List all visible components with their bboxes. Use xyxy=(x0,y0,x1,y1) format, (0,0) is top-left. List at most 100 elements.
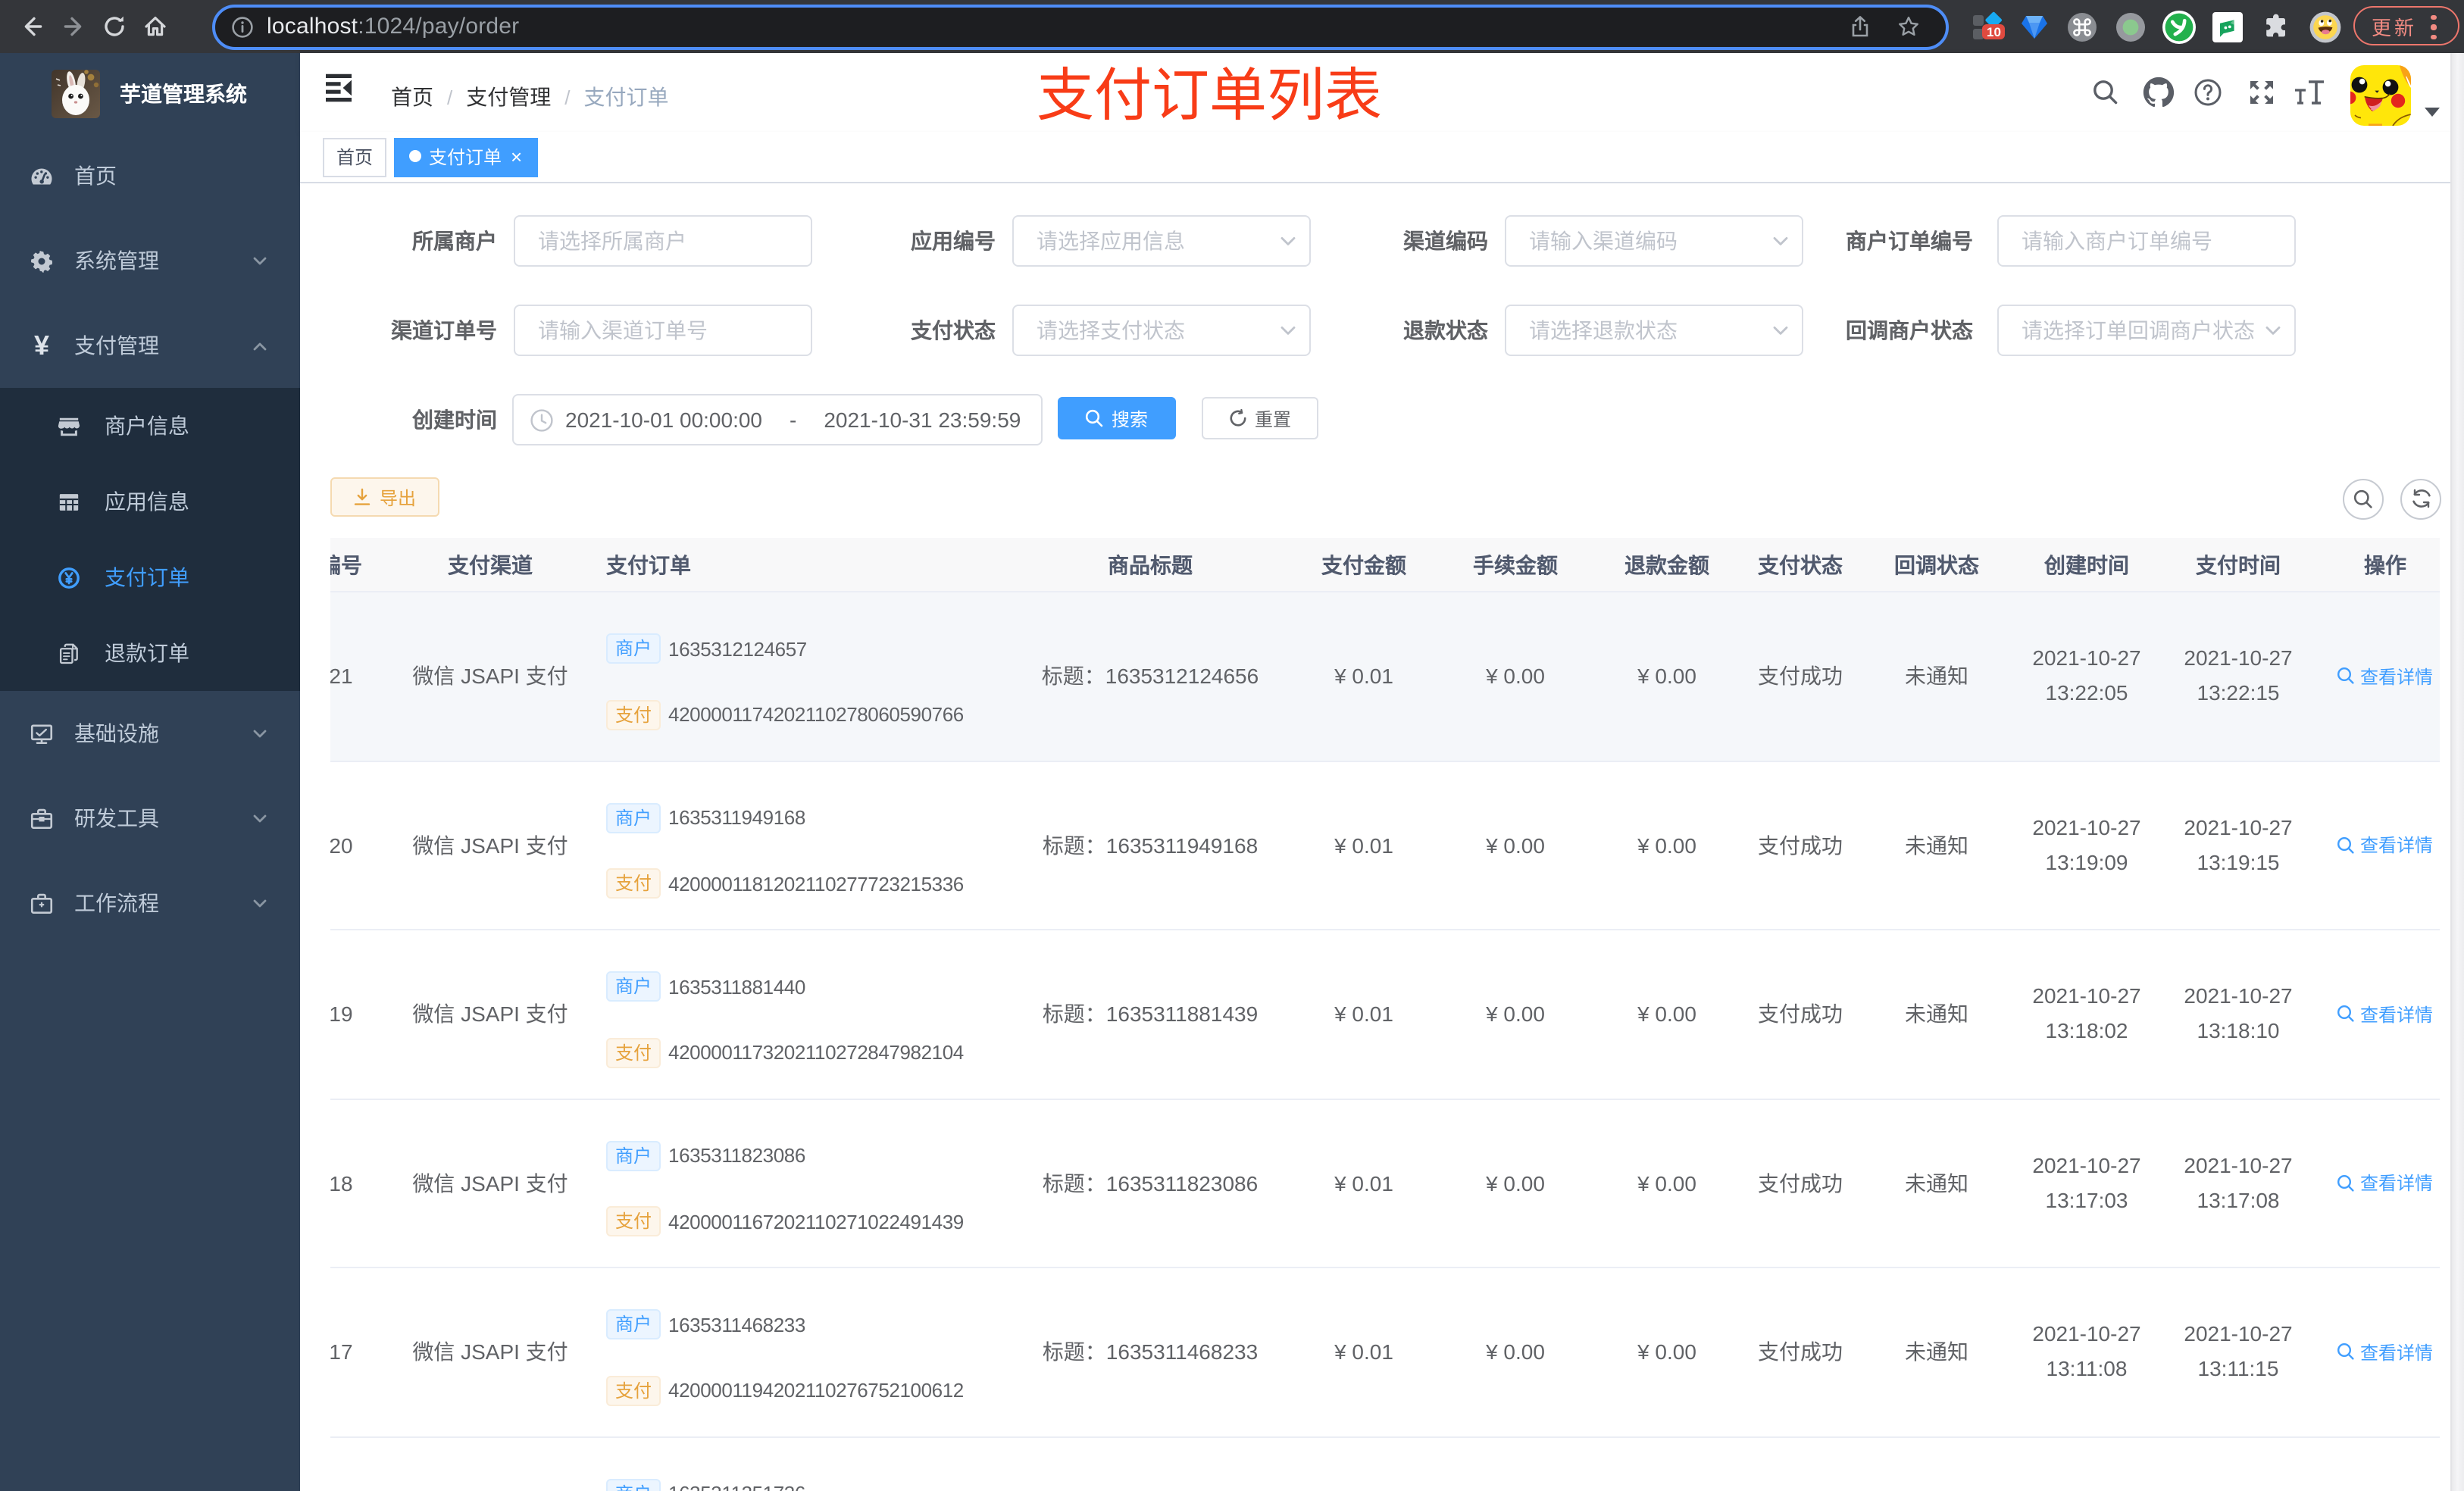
filter-date-range[interactable]: 2021-10-01 00:00:00 - 2021-10-31 23:59:5… xyxy=(512,394,1043,445)
caret-down-icon[interactable] xyxy=(2425,108,2440,117)
table-header-cell: 支付状态 xyxy=(1758,552,1843,577)
github-icon[interactable] xyxy=(2143,77,2175,108)
merchant-order-line: 商户 1635311881440 xyxy=(606,971,805,1002)
table-row[interactable]: 20 微信 JSAPI 支付 商户 1635311949168 支付 4200001… xyxy=(330,761,2440,930)
table-header-cell: 编号 xyxy=(330,552,362,577)
fullscreen-icon[interactable] xyxy=(2249,80,2275,105)
date-start[interactable]: 2021-10-01 00:00:00 xyxy=(565,408,762,432)
sidebar-item-workflow[interactable]: 工作流程 xyxy=(0,861,300,946)
export-button[interactable]: 导出 xyxy=(330,477,439,517)
sidebar-item-label: 商户信息 xyxy=(105,414,189,438)
view-detail-link[interactable]: 查看详情 xyxy=(2337,1002,2433,1027)
monitor-icon xyxy=(30,724,53,743)
help-icon[interactable] xyxy=(2194,79,2222,106)
table-header-cell: 创建时间 xyxy=(2044,552,2129,577)
filter-app-select[interactable]: 请选择应用信息 xyxy=(1012,215,1311,267)
tab-close-icon[interactable]: × xyxy=(511,139,522,176)
filter-channel-order-input[interactable]: 请输入渠道订单号 xyxy=(514,305,812,356)
briefcase-icon xyxy=(30,892,53,913)
table-row[interactable]: 17 微信 JSAPI 支付 商户 1635311468233 支付 4200001… xyxy=(330,1268,2440,1437)
browser-back-icon[interactable] xyxy=(20,14,45,39)
avatar[interactable] xyxy=(2350,65,2411,126)
filter-refund-status-select[interactable]: 请选择退款状态 xyxy=(1505,305,1803,356)
sidebar-item-pay[interactable]: ¥ 支付管理 xyxy=(0,303,300,388)
filter-channel-select[interactable]: 请输入渠道编码 xyxy=(1505,215,1803,267)
table-row[interactable]: 18 微信 JSAPI 支付 商户 1635311823086 支付 4200001… xyxy=(330,1099,2440,1268)
refresh-table-button[interactable] xyxy=(2400,478,2441,519)
search-button[interactable]: 搜索 xyxy=(1058,397,1176,439)
tab-pay-order[interactable]: 支付订单 × xyxy=(394,138,538,177)
pay-order-table: 编号支付渠道支付订单商品标题支付金额手续金额退款金额支付状态回调状态创建时间支付… xyxy=(330,538,2440,1491)
merchant-tag: 商户 xyxy=(606,1478,661,1491)
header-search-icon[interactable] xyxy=(2093,80,2118,105)
table-header-cell: 支付时间 xyxy=(2196,552,2281,577)
filter-label: 创建时间 xyxy=(412,408,497,432)
table-row[interactable]: 16 微信 JSAPI 支付 商户1635311251736 支付 查看详情 xyxy=(330,1437,2440,1491)
filter-label: 渠道编码 xyxy=(1403,229,1488,253)
filter-label: 退款状态 xyxy=(1403,318,1488,342)
extension-devtools-icon[interactable]: 10 xyxy=(1970,10,2006,43)
page-info-icon[interactable] xyxy=(232,16,253,37)
browser-forward-icon[interactable] xyxy=(61,14,86,39)
browser-menu-icon[interactable] xyxy=(2431,12,2437,42)
filter-callback-status-select[interactable]: 请选择订单回调商户状态 xyxy=(1997,305,2296,356)
extension-chat-icon[interactable] xyxy=(2212,11,2243,42)
bookmark-star-icon[interactable] xyxy=(1897,15,1920,38)
view-detail-link[interactable]: 查看详情 xyxy=(2337,1339,2433,1365)
search-icon xyxy=(2353,489,2372,508)
sidebar-item-refund-order[interactable]: 退款订单 xyxy=(0,615,300,691)
browser-scrollbar-track[interactable] xyxy=(2450,53,2464,1491)
filter-label: 回调商户状态 xyxy=(1846,318,1973,342)
font-size-icon[interactable] xyxy=(2294,79,2325,106)
magnifier-icon xyxy=(2337,1005,2355,1023)
extensions-puzzle-icon[interactable] xyxy=(2261,11,2291,42)
table-row[interactable]: 19 微信 JSAPI 支付 商户 1635311881440 支付 4200001… xyxy=(330,930,2440,1099)
filter-merchant-order-input[interactable]: 请输入商户订单编号 xyxy=(1997,215,2296,267)
view-detail-link[interactable]: 查看详情 xyxy=(2337,1171,2433,1196)
view-detail-link[interactable]: 查看详情 xyxy=(2337,664,2433,689)
view-detail-link[interactable]: 查看详情 xyxy=(2337,833,2433,858)
url-text: localhost:1024/pay/order xyxy=(267,14,520,39)
sidebar-item-system[interactable]: 系统管理 xyxy=(0,218,300,303)
screen: localhost:1024/pay/order 10 更新 芋道管理系统 首页 xyxy=(0,0,2464,1491)
sidebar-item-pay-order[interactable]: 支付订单 xyxy=(0,539,300,615)
toggle-search-button[interactable] xyxy=(2343,478,2384,519)
merchant-order-line: 商户 1635311468233 xyxy=(606,1309,805,1339)
filter-pay-status-select[interactable]: 请选择支付状态 xyxy=(1012,305,1311,356)
table-wrapper: 编号支付渠道支付订单商品标题支付金额手续金额退款金额支付状态回调状态创建时间支付… xyxy=(330,538,2440,1491)
share-icon[interactable] xyxy=(1849,15,1871,38)
filter-label: 应用编号 xyxy=(911,229,996,253)
browser-update-button[interactable]: 更新 xyxy=(2353,6,2459,45)
table-header-cell: 支付订单 xyxy=(606,552,691,577)
extension-recorder-icon[interactable] xyxy=(2115,11,2146,42)
pay-order-line: 支付 4200001194202110276752100612 xyxy=(606,1375,964,1405)
browser-home-icon[interactable] xyxy=(142,14,168,39)
reset-button[interactable]: 重置 xyxy=(1202,397,1318,439)
table-body: 21 微信 JSAPI 支付 商户 1635312124657 支付 4200001… xyxy=(330,592,2440,1491)
table-header-row: 编号 支付渠道 支付订单 商品标题 支付金额 手续金额 退款金额 支付状态 回调状态 创建时间 支付… xyxy=(330,538,2440,592)
sidebar-item-label: 首页 xyxy=(74,164,117,188)
sidebar-item-devtools[interactable]: 研发工具 xyxy=(0,776,300,861)
sidebar-item-home[interactable]: 首页 xyxy=(0,133,300,218)
extension-emoji-icon[interactable] xyxy=(2309,11,2341,42)
extension-y-icon[interactable] xyxy=(2162,10,2196,43)
url-bar[interactable]: localhost:1024/pay/order xyxy=(212,4,1949,49)
extension-command-icon[interactable] xyxy=(2067,11,2097,42)
merchant-order-line: 商户 1635311823086 xyxy=(606,1140,805,1171)
pay-tag: 支付 xyxy=(606,699,661,730)
pay-tag: 支付 xyxy=(606,1375,661,1405)
table-row[interactable]: 21 微信 JSAPI 支付 商户 1635312124657 支付 4200001… xyxy=(330,592,2440,761)
merchant-order-line: 商户 1635311949168 xyxy=(606,802,805,833)
tab-home[interactable]: 首页 xyxy=(323,138,387,177)
browser-reload-icon[interactable] xyxy=(102,14,127,39)
date-end[interactable]: 2021-10-31 23:59:59 xyxy=(824,408,1021,432)
extension-gem-icon[interactable] xyxy=(2020,12,2049,41)
logo[interactable]: 芋道管理系统 xyxy=(0,53,300,133)
table-header-cell: 商品标题 xyxy=(1108,552,1193,577)
sidebar-item-infra[interactable]: 基础设施 xyxy=(0,691,300,776)
filter-label: 支付状态 xyxy=(911,318,996,342)
sidebar-item-app-info[interactable]: 应用信息 xyxy=(0,464,300,539)
sidebar-item-label: 基础设施 xyxy=(74,721,159,746)
sidebar-item-merchant-info[interactable]: 商户信息 xyxy=(0,388,300,464)
filter-merchant-select[interactable]: 请选择所属商户 xyxy=(514,215,812,267)
